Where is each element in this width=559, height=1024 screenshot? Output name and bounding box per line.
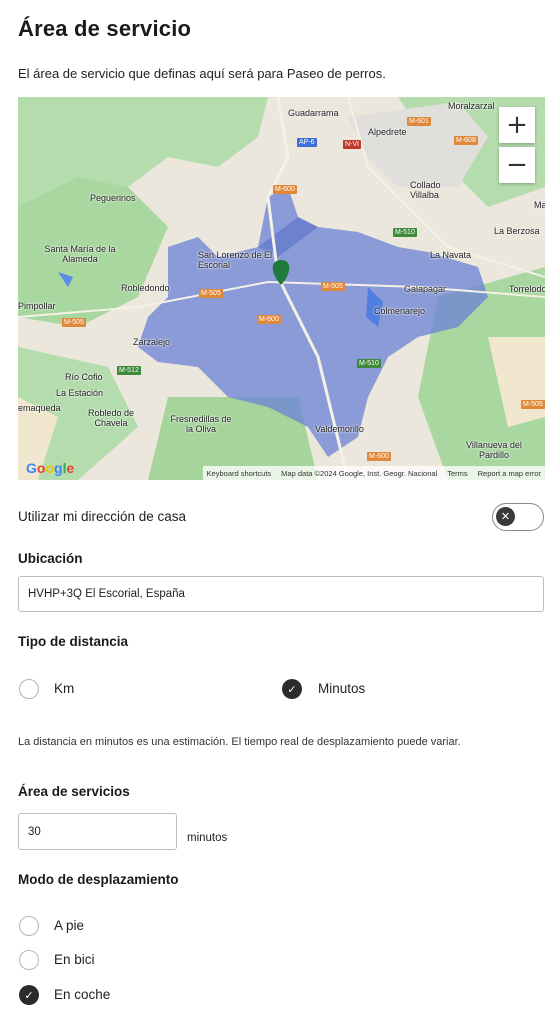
distance-note: La distancia en minutos es una estimació…: [18, 736, 461, 748]
page-subtitle: El área de servicio que definas aquí ser…: [18, 66, 386, 81]
home-address-toggle[interactable]: ✕: [492, 503, 544, 531]
page-title: Área de servicio: [18, 16, 192, 41]
road-shield: M-510: [357, 359, 381, 368]
travel-mode-label: Modo de desplazamiento: [18, 872, 179, 887]
zoom-out-button[interactable]: −: [499, 147, 535, 183]
map-data-text: Map data ©2024 Google, Inst. Geogr. Naci…: [281, 468, 438, 478]
service-area-unit: minutos: [187, 832, 228, 844]
map-label: Peguerinos: [90, 193, 136, 203]
map-label: Galapagar: [404, 284, 447, 294]
map-label: Río Cofio: [65, 372, 103, 382]
service-area-input[interactable]: 30: [18, 813, 177, 850]
minutos-radio[interactable]: ✓: [282, 679, 302, 699]
map-label: Colmenarejo: [374, 306, 426, 316]
map-label: San Lorenzo de El Escorial: [198, 250, 273, 270]
terms-link[interactable]: Terms: [447, 469, 467, 478]
en-bici-label[interactable]: En bici: [54, 952, 95, 967]
close-icon: ✕: [496, 507, 515, 526]
zoom-in-button[interactable]: +: [499, 107, 535, 143]
road-shield: M-505: [62, 318, 86, 327]
location-label: Ubicación: [18, 551, 83, 566]
road-shield: M-601: [407, 117, 431, 126]
road-shield: M-510: [393, 228, 417, 237]
road-shield: M-505: [199, 289, 223, 298]
map-label: Fresnedillas de la Oliva: [170, 414, 232, 434]
keyboard-shortcuts-link[interactable]: Keyboard shortcuts: [207, 469, 272, 478]
km-radio[interactable]: [19, 679, 39, 699]
map-label: Collado Villalba: [410, 180, 441, 200]
map-label: Ma: [534, 200, 545, 210]
map-label: Villanueva del Pardillo: [466, 440, 522, 460]
map-label: La Estación: [56, 388, 104, 398]
service-area-label: Área de servicios: [18, 784, 130, 799]
a-pie-label[interactable]: A pie: [54, 918, 84, 933]
minutos-radio-label[interactable]: Minutos: [318, 681, 365, 696]
km-radio-label[interactable]: Km: [54, 681, 74, 696]
map-label: Valdemorillo: [315, 424, 364, 434]
map-label: Robledo de Chavela: [87, 408, 135, 428]
road-shield: AP-6: [297, 138, 317, 147]
map-label: La Navata: [430, 250, 472, 260]
a-pie-radio[interactable]: [19, 916, 39, 936]
distance-type-label: Tipo de distancia: [18, 634, 129, 649]
map-attribution: Keyboard shortcuts Map data ©2024 Google…: [202, 466, 545, 480]
report-error-link[interactable]: Report a map error: [478, 469, 541, 478]
road-shield: M-505: [321, 282, 345, 291]
road-shield: M-600: [257, 315, 281, 324]
map-label: Santa María de la Alameda: [44, 244, 116, 264]
map-label: Pimpollar: [18, 301, 56, 311]
en-coche-radio[interactable]: ✓: [19, 985, 39, 1005]
road-shield: M-600: [273, 185, 297, 194]
map-label: Moralzarzal: [448, 101, 495, 111]
map-label: Torrelodones: [509, 284, 545, 294]
map-label: Zarzalejo: [133, 337, 171, 347]
road-shield: M-608: [454, 136, 478, 145]
map-label: Robledondo: [121, 283, 170, 293]
map-label: La Berzosa: [494, 226, 540, 236]
home-address-label: Utilizar mi dirección de casa: [18, 509, 187, 524]
road-shield: M-505: [521, 400, 545, 409]
road-shield: M-512: [117, 366, 141, 375]
location-input[interactable]: HVHP+3Q El Escorial, España: [18, 576, 544, 612]
en-bici-radio[interactable]: [19, 950, 39, 970]
map-label: emaqueda: [18, 403, 61, 413]
map-label: Alpedrete: [368, 127, 407, 137]
en-coche-label[interactable]: En coche: [54, 987, 110, 1002]
google-logo: Google: [26, 460, 75, 476]
road-shield: M-600: [367, 452, 391, 461]
map-label: Guadarrama: [288, 108, 339, 118]
road-shield: N-VI: [343, 140, 361, 149]
service-area-map[interactable]: + − Guadarrama Moralzarzal Alpedrete Col…: [18, 97, 545, 480]
